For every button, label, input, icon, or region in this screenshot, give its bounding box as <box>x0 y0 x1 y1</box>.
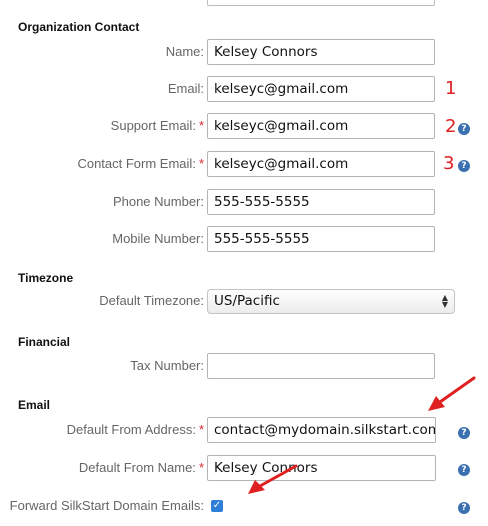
arrow-to-forward-checkbox <box>248 464 298 494</box>
annotation-arrows <box>248 376 476 494</box>
arrow-to-from-address <box>428 376 476 411</box>
